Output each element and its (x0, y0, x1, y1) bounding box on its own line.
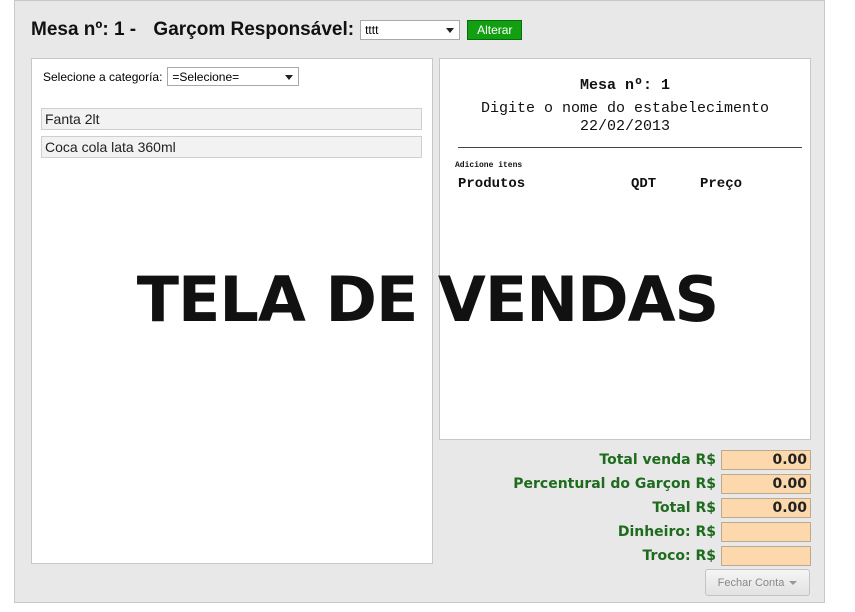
category-row: Selecione a categoría: =Selecione= (43, 67, 300, 86)
receipt-col-price: Preço (700, 176, 743, 192)
product-item[interactable]: Coca cola lata 360ml (41, 136, 422, 158)
waiter-selected-value: tttt (365, 23, 379, 37)
product-panel: Selecione a categoría: =Selecione= Fanta… (31, 58, 433, 564)
table-title: Mesa nº: 1 - (31, 19, 142, 40)
cash-field[interactable] (721, 522, 811, 542)
receipt-date: 22/02/2013 (579, 118, 670, 135)
waiter-percent-label: Percentural do Garçon R$ (513, 476, 716, 492)
waiter-percent-field[interactable]: 0.00 (721, 474, 811, 494)
change-waiter-button[interactable]: Alterar (467, 20, 523, 40)
product-list: Fanta 2lt Coca cola lata 360ml (41, 108, 422, 164)
category-label: Selecione a categoría: (43, 69, 163, 84)
product-item[interactable]: Fanta 2lt (41, 108, 422, 130)
receipt-divider (458, 147, 802, 148)
waiter-label: Garçom Responsável: (153, 19, 355, 40)
receipt-table-number: Mesa nº: 1 (579, 77, 670, 94)
category-select[interactable]: =Selecione= (167, 67, 300, 86)
receipt-col-products: Produtos (458, 176, 526, 192)
chevron-down-icon (789, 580, 798, 585)
cash-row: Dinheiro: R$ (455, 520, 811, 544)
sales-screen-frame: Mesa nº: 1 - Garçom Responsável: tttt Al… (14, 0, 825, 603)
waiter-select[interactable]: tttt (360, 20, 461, 40)
total-sale-field[interactable]: 0.00 (721, 450, 811, 470)
total-sale-row: Total venda R$ 0.00 (455, 448, 811, 472)
cash-label: Dinheiro: R$ (617, 524, 716, 540)
receipt-panel: Mesa nº: 1 Digite o nome do estabelecime… (439, 58, 811, 440)
total-label: Total R$ (652, 500, 716, 516)
header-bar: Mesa nº: 1 - Garçom Responsável: tttt Al… (31, 15, 523, 45)
totals-panel: Total venda R$ 0.00 Percentural do Garço… (455, 448, 811, 568)
total-sale-label: Total venda R$ (599, 452, 716, 468)
waiter-percent-row: Percentural do Garçon R$ 0.00 (455, 472, 811, 496)
total-field[interactable]: 0.00 (721, 498, 811, 518)
total-row: Total R$ 0.00 (455, 496, 811, 520)
receipt-add-items: Adicione itens (455, 161, 523, 170)
change-row: Troco: R$ (455, 544, 811, 568)
close-bill-label: Fechar Conta (717, 576, 785, 589)
change-field[interactable] (721, 546, 811, 566)
change-label: Troco: R$ (642, 548, 716, 564)
chevron-down-icon (285, 74, 294, 80)
close-bill-button[interactable]: Fechar Conta (705, 569, 810, 596)
chevron-down-icon (446, 28, 455, 33)
receipt-col-qty: QDT (631, 176, 657, 192)
category-selected-value: =Selecione= (172, 69, 240, 84)
receipt-establishment: Digite o nome do estabelecimento (480, 100, 770, 117)
